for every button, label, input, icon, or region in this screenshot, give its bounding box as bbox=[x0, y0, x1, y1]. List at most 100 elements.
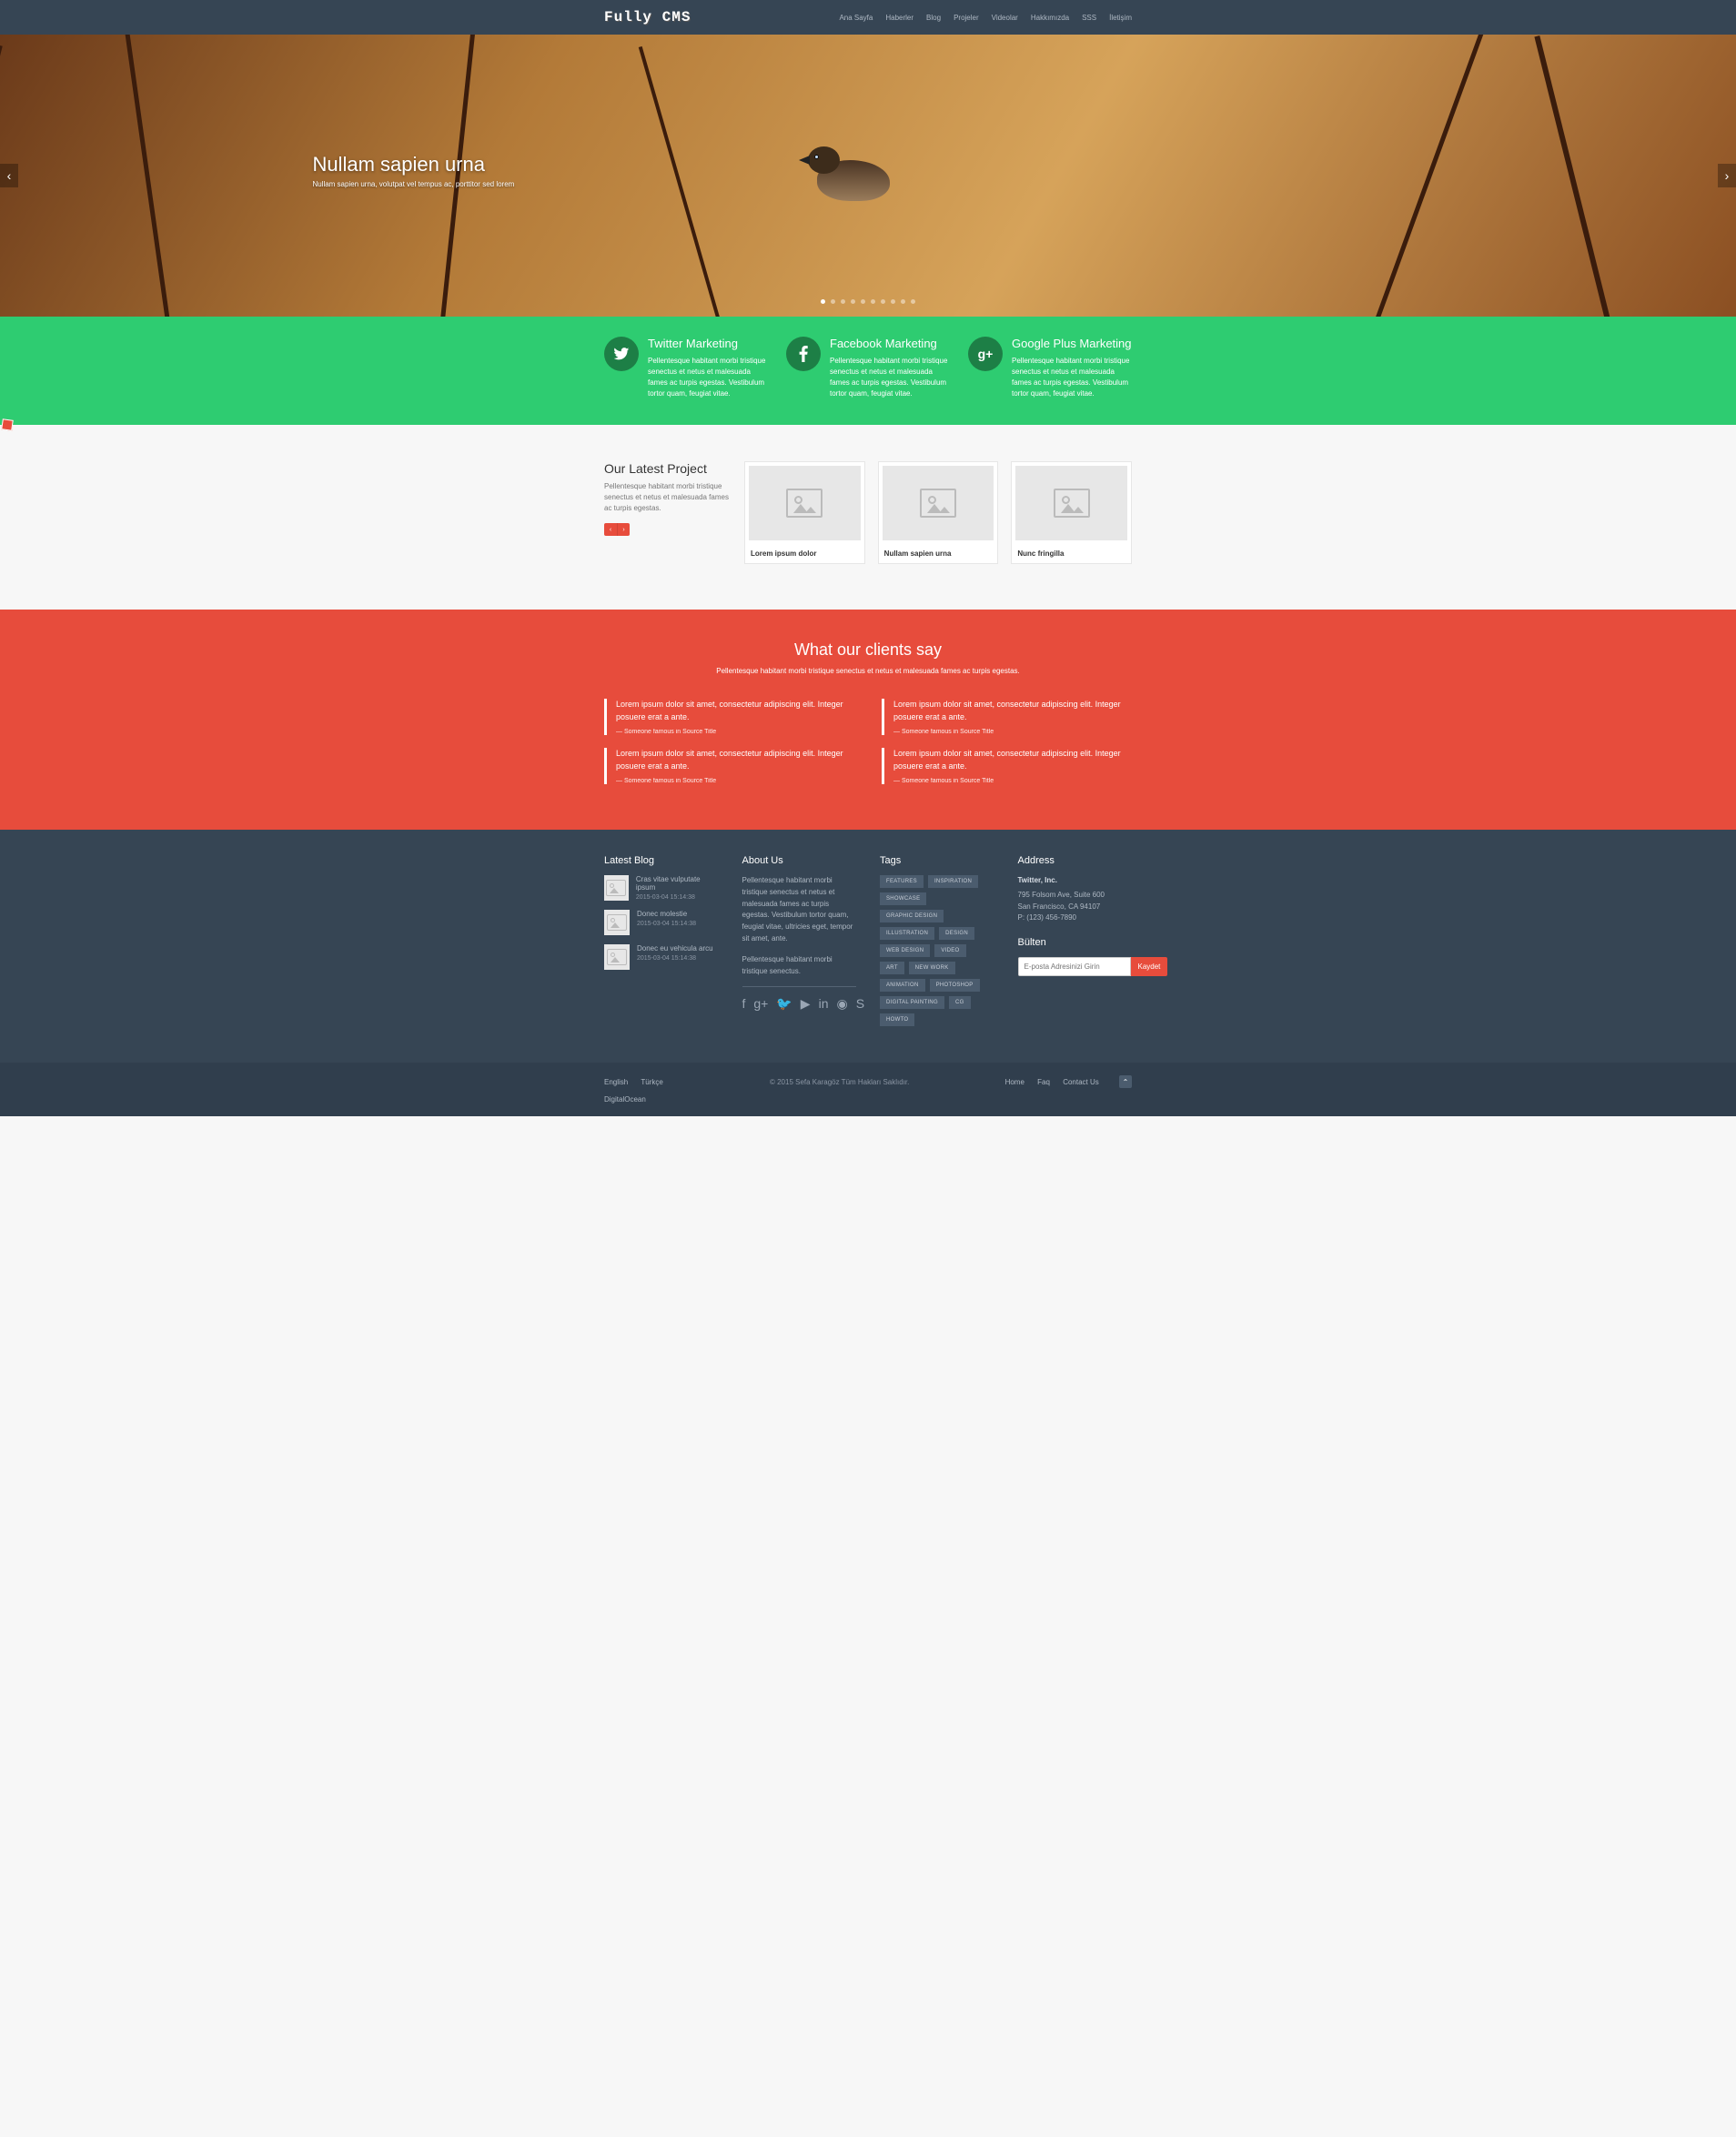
projects-next[interactable]: › bbox=[617, 523, 630, 536]
tag[interactable]: DIGITAL PAINTING bbox=[880, 996, 944, 1009]
tags-heading: Tags bbox=[880, 855, 994, 866]
quote-cite: — Someone famous in Source Title bbox=[893, 778, 1132, 784]
tag[interactable]: GRAPHIC DESIGN bbox=[880, 910, 944, 922]
projects-prev[interactable]: ‹ bbox=[604, 523, 617, 536]
nav-item[interactable]: Videolar bbox=[992, 14, 1018, 22]
projects-heading: Our Latest Project bbox=[604, 461, 732, 476]
quote-text: Lorem ipsum dolor sit amet, consectetur … bbox=[893, 699, 1132, 723]
nav-item[interactable]: İletişim bbox=[1109, 14, 1132, 22]
testimonial-item: Lorem ipsum dolor sit amet, consectetur … bbox=[882, 748, 1132, 784]
back-to-top[interactable]: ⌃ bbox=[1119, 1075, 1132, 1088]
youtube-icon[interactable]: ▶ bbox=[801, 996, 811, 1012]
main-nav: Ana Sayfa Haberler Blog Projeler Videola… bbox=[839, 14, 1132, 22]
slider-dot[interactable] bbox=[831, 299, 835, 304]
slider-dot[interactable] bbox=[901, 299, 905, 304]
service-desc: Pellentesque habitant morbi tristique se… bbox=[1012, 356, 1132, 399]
googleplus-icon[interactable]: g+ bbox=[753, 996, 768, 1012]
slider-dot[interactable] bbox=[891, 299, 895, 304]
projects-desc: Pellentesque habitant morbi tristique se… bbox=[604, 481, 732, 514]
project-title: Nunc fringilla bbox=[1012, 544, 1131, 563]
slider-dot[interactable] bbox=[911, 299, 915, 304]
placeholder-image-icon bbox=[1015, 466, 1127, 540]
quote-cite: — Someone famous in Source Title bbox=[616, 729, 854, 735]
placeholder-image-icon bbox=[604, 910, 630, 935]
tag[interactable]: ILLUSTRATION bbox=[880, 927, 934, 940]
lang-link[interactable]: English bbox=[604, 1078, 628, 1086]
address-name: Twitter, Inc. bbox=[1018, 875, 1133, 887]
blog-date: 2015-03-04 15:14:38 bbox=[637, 921, 696, 927]
tag[interactable]: NEW WORK bbox=[909, 962, 955, 974]
slider-dot[interactable] bbox=[881, 299, 885, 304]
about-heading: About Us bbox=[742, 855, 857, 866]
slider-dot[interactable] bbox=[841, 299, 845, 304]
quote-cite: — Someone famous in Source Title bbox=[616, 778, 854, 784]
quote-text: Lorem ipsum dolor sit amet, consectetur … bbox=[616, 748, 854, 772]
tag[interactable]: WEB DESIGN bbox=[880, 944, 930, 957]
about-text: Pellentesque habitant morbi tristique se… bbox=[742, 954, 857, 978]
nav-item[interactable]: Hakkımızda bbox=[1031, 14, 1069, 22]
tag[interactable]: PHOTOSHOP bbox=[930, 979, 980, 992]
tag[interactable]: ANIMATION bbox=[880, 979, 925, 992]
slider-next[interactable]: › bbox=[1718, 164, 1736, 187]
placeholder-image-icon bbox=[749, 466, 861, 540]
twitter-icon bbox=[604, 337, 639, 371]
tag[interactable]: FEATURES bbox=[880, 875, 924, 888]
slider-dot[interactable] bbox=[851, 299, 855, 304]
project-card[interactable]: Nunc fringilla bbox=[1011, 461, 1132, 564]
service-title: Google Plus Marketing bbox=[1012, 337, 1132, 350]
nav-item[interactable]: Blog bbox=[926, 14, 941, 22]
linkedin-icon[interactable]: in bbox=[819, 996, 829, 1012]
placeholder-image-icon bbox=[604, 875, 629, 901]
logo[interactable]: Fully CMS bbox=[604, 9, 691, 25]
address-block: Twitter, Inc. 795 Folsom Ave, Suite 600 … bbox=[1018, 875, 1133, 924]
slider-prev[interactable]: ‹ bbox=[0, 164, 18, 187]
slider-dot[interactable] bbox=[821, 299, 825, 304]
slider-dot[interactable] bbox=[861, 299, 865, 304]
lang-link[interactable]: Türkçe bbox=[641, 1078, 662, 1086]
project-card[interactable]: Nullam sapien urna bbox=[878, 461, 999, 564]
newsletter-submit[interactable]: Kaydet bbox=[1131, 957, 1168, 976]
address-line: 795 Folsom Ave, Suite 600 bbox=[1018, 890, 1133, 902]
about-text: Pellentesque habitant morbi tristique se… bbox=[742, 875, 857, 945]
blog-link[interactable]: Donec eu vehicula arcu bbox=[637, 944, 713, 953]
tag[interactable]: SHOWCASE bbox=[880, 892, 926, 905]
blog-item: Donec molestie 2015-03-04 15:14:38 bbox=[604, 910, 719, 935]
blog-link[interactable]: Cras vitae vulputate ipsum bbox=[636, 875, 719, 892]
nav-item[interactable]: Ana Sayfa bbox=[839, 14, 873, 22]
blog-link[interactable]: Donec molestie bbox=[637, 910, 696, 918]
service-item: Facebook Marketing Pellentesque habitant… bbox=[786, 337, 950, 399]
blog-item: Donec eu vehicula arcu 2015-03-04 15:14:… bbox=[604, 944, 719, 970]
testimonial-item: Lorem ipsum dolor sit amet, consectetur … bbox=[604, 699, 854, 735]
service-desc: Pellentesque habitant morbi tristique se… bbox=[830, 356, 950, 399]
sponsor-link[interactable]: DigitalOcean bbox=[604, 1095, 646, 1104]
twitter-icon[interactable]: 🐦 bbox=[776, 996, 792, 1012]
nav-item[interactable]: Haberler bbox=[885, 14, 913, 22]
tag[interactable]: DESIGN bbox=[939, 927, 974, 940]
quote-text: Lorem ipsum dolor sit amet, consectetur … bbox=[893, 748, 1132, 772]
hero-image-bird bbox=[799, 142, 917, 224]
tag[interactable]: INSPIRATION bbox=[928, 875, 978, 888]
facebook-icon[interactable]: f bbox=[742, 996, 746, 1012]
bottom-link[interactable]: Contact Us bbox=[1063, 1078, 1099, 1086]
dribbble-icon[interactable]: ◉ bbox=[836, 996, 847, 1012]
tag[interactable]: HOWTO bbox=[880, 1013, 914, 1026]
bottom-link[interactable]: Home bbox=[1005, 1078, 1024, 1086]
address-phone: P: (123) 456-7890 bbox=[1018, 912, 1133, 924]
slider-dot[interactable] bbox=[871, 299, 875, 304]
tag[interactable]: VIDEO bbox=[934, 944, 965, 957]
nav-item[interactable]: SSS bbox=[1082, 14, 1096, 22]
testimonials-heading: What our clients say bbox=[604, 640, 1132, 660]
tag[interactable]: ART bbox=[880, 962, 904, 974]
tag[interactable]: CG bbox=[949, 996, 971, 1009]
project-title: Lorem ipsum dolor bbox=[745, 544, 864, 563]
placeholder-image-icon bbox=[604, 944, 630, 970]
newsletter-input[interactable] bbox=[1018, 957, 1131, 976]
project-card[interactable]: Lorem ipsum dolor bbox=[744, 461, 865, 564]
service-title: Twitter Marketing bbox=[648, 337, 768, 350]
service-desc: Pellentesque habitant morbi tristique se… bbox=[648, 356, 768, 399]
latest-blog-heading: Latest Blog bbox=[604, 855, 719, 866]
bottom-link[interactable]: Faq bbox=[1037, 1078, 1050, 1086]
nav-item[interactable]: Projeler bbox=[954, 14, 979, 22]
skype-icon[interactable]: S bbox=[856, 996, 864, 1012]
bottom-links: Home Faq Contact Us ⌃ bbox=[1005, 1075, 1132, 1088]
